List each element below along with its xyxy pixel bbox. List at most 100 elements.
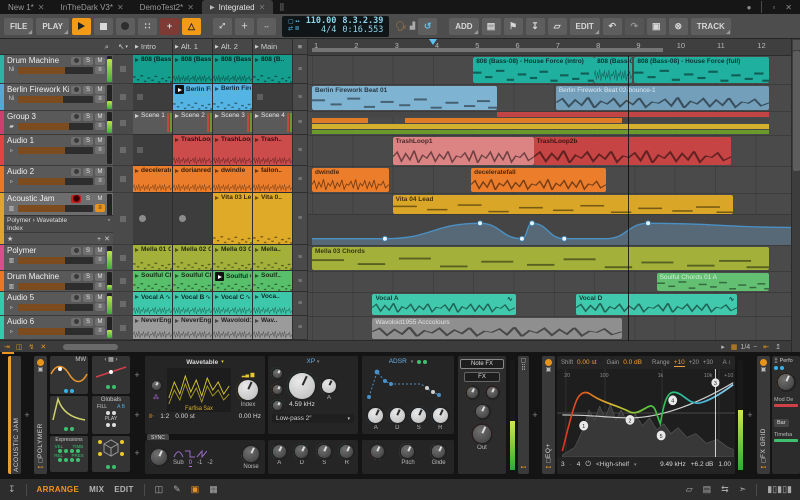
record-button[interactable] (115, 17, 135, 35)
clip-slot[interactable]: TrashLoop2b (213, 135, 253, 165)
filter-type-label[interactable]: XP (307, 358, 316, 365)
track-row[interactable]: Audio 5 S M ▹ ≡ (0, 292, 113, 316)
track-name[interactable]: Acoustic Jam (7, 194, 69, 203)
clip-slot[interactable]: Scene 2 (173, 111, 213, 134)
track-row[interactable]: Audio 2 S M ▹ ≡ (0, 166, 113, 193)
mapping-toggle-icon[interactable]: ⇆ (721, 484, 729, 495)
eq-graph[interactable]: 20 100 1k 10k +10 1 2 5 4 3 (557, 369, 735, 457)
track-menu-button[interactable]: ≡ (95, 66, 105, 74)
clip-slot[interactable]: Mella 02 C.. (173, 245, 213, 270)
scroll-top-icon[interactable]: ↥ (775, 343, 781, 351)
arranger-track-lane[interactable]: Vita 04 Lead (308, 194, 791, 246)
arranger-clip[interactable]: 808 (Bass-08) (594, 57, 633, 83)
panel-remote-icon[interactable]: ▢ (521, 358, 527, 365)
fx-button[interactable]: FX (464, 372, 500, 382)
clip-slot[interactable]: 808 (Bass-.. (133, 55, 173, 83)
polymer-device-titlebar[interactable]: ▣ POLYMER ▢ ⊷ (34, 356, 47, 474)
adsr-panel[interactable]: ADSR ▾ A D S R (362, 356, 454, 434)
clip-stop-button[interactable] (113, 166, 133, 193)
bar-button[interactable]: Bar (774, 419, 789, 427)
device-hscrollbar[interactable] (2, 352, 14, 354)
mod-xyz-cell[interactable] (92, 436, 130, 472)
scene-launch-button[interactable]: ≡ (293, 245, 307, 270)
track-menu-button[interactable]: TRACK (690, 17, 731, 35)
clip-slot[interactable] (133, 135, 173, 165)
volume-slider[interactable] (18, 146, 93, 154)
wavetable-display[interactable]: Farfisa Sax (167, 368, 231, 412)
add-automation-icon[interactable]: + (97, 236, 101, 243)
arranger-clip[interactable]: TrashLoop2b (533, 137, 732, 165)
pitch-glide-panel[interactable]: ⌒ Pitch Glide (362, 440, 454, 474)
virtual-keyboard-icon[interactable]: ▮▯▮▯▮ (767, 484, 792, 495)
wavetable-name[interactable]: Farfisa Sax (185, 406, 213, 412)
clip-slot[interactable]: Trash.. (253, 135, 293, 165)
clip-slot[interactable]: Scene 3 (213, 111, 253, 134)
solo-button[interactable]: S (83, 246, 93, 255)
volume-slider[interactable] (18, 204, 93, 212)
track-row[interactable]: Berlin Firework Kit S M Ni ≡ (0, 84, 113, 111)
mute-button[interactable]: M (95, 293, 105, 302)
clip-slot[interactable]: 808 (B.. (253, 55, 293, 83)
delete-button[interactable]: ⊗ (668, 17, 688, 35)
scene-header[interactable]: ▶ Alt. 1 (173, 39, 213, 55)
add-modulator-1[interactable]: + (131, 370, 143, 380)
solo-button[interactable]: S (83, 317, 93, 326)
volume-slider[interactable] (18, 256, 93, 264)
sub-oct-minus2[interactable]: -2 (207, 460, 212, 467)
scene-launch-button[interactable]: ≡ (293, 84, 307, 110)
eq-gain-value[interactable]: 0.0 dB (623, 359, 642, 366)
osc-type-label[interactable]: Wavetable (186, 359, 218, 366)
close-automation-icon[interactable]: ✕ (104, 235, 110, 243)
track-row[interactable]: Polymer S M ▥ ≡ (0, 245, 113, 271)
project-tab[interactable]: ▶ Integrated ✕ (201, 0, 274, 14)
clip-slot[interactable]: 808 (Bass-.. (173, 55, 213, 83)
add-device-button[interactable]: + (21, 410, 33, 420)
launcher-hscrollbar[interactable] (63, 344, 119, 350)
scene-launch-button[interactable]: ≡ (293, 55, 307, 83)
panel-mod-icon[interactable]: ⊷ (521, 465, 527, 472)
track-device-tab[interactable]: ACOUSTIC JAM (8, 356, 21, 474)
automation-curve[interactable] (308, 215, 791, 245)
scene-launch-button[interactable]: ≡ (293, 193, 307, 244)
filter-mode-dropdown[interactable]: Low-pass 2″ ▾ (272, 414, 354, 423)
automation-lane-header[interactable]: Polymer › Wavetable ▪ Index (4, 215, 113, 232)
eq-band-type-dropdown[interactable]: <High-shelf (596, 461, 629, 468)
solo-button[interactable]: S (83, 272, 93, 281)
record-arm-button[interactable] (71, 112, 81, 121)
eq-band-prev[interactable]: 3 (561, 461, 565, 468)
file-menu-button[interactable]: FILE (4, 17, 34, 35)
track-name[interactable]: Audio 2 (7, 167, 69, 176)
sub-shape-icons[interactable] (173, 448, 207, 460)
volume-slider[interactable] (18, 177, 93, 185)
audio-engine-icon[interactable]: 🗣 (395, 21, 406, 32)
mod-expressions-cell[interactable]: Expressions VEL TIMB REL PRES (50, 436, 88, 472)
polymer-right-strip[interactable]: ▢ ⣿ ⊷ (518, 356, 529, 474)
track-row[interactable]: Audio 1 S M ▹ ≡ (0, 135, 113, 166)
mute-button[interactable]: M (95, 272, 105, 281)
track-menu-button[interactable]: ≡ (95, 327, 105, 335)
sub-oct-minus1[interactable]: -1 (197, 460, 202, 467)
unison-icon[interactable]: ⁂ (153, 394, 159, 401)
eq-panel[interactable]: Shift 0.00 st Gain 0.0 dB Range +10 +20 +3… (557, 356, 735, 474)
clip-slot[interactable]: Soulful Cho.. (133, 271, 173, 291)
track-name[interactable]: Group 3 (7, 112, 69, 121)
solo-button[interactable]: S (83, 56, 93, 65)
volume-slider[interactable] (18, 95, 93, 103)
clip-stop-button[interactable] (113, 292, 133, 316)
follow-playhead-icon[interactable]: ▸ (721, 343, 725, 351)
track-footer-icon-c[interactable]: ↯ (29, 343, 35, 351)
touch-toggle-icon[interactable]: ➣ (739, 484, 747, 495)
overdub-plus-button[interactable]: + (159, 17, 179, 35)
record-arm-button[interactable] (71, 272, 81, 281)
clip-slot[interactable]: NeverEngin.. (133, 316, 173, 339)
clip-slot[interactable]: 808 (Bass-.. (213, 55, 253, 83)
mute-button[interactable]: M (95, 56, 105, 65)
clip-slot[interactable]: Mella 01 C.. (133, 245, 173, 270)
track-menu-button[interactable]: ≡ (95, 282, 105, 290)
clip-slot[interactable]: TrashLoop1 (173, 135, 213, 165)
eq-remote-icon[interactable]: ▢ (546, 458, 552, 465)
fxgrid-remote-icon[interactable]: ▢ (761, 458, 767, 465)
track-menu-button[interactable]: ≡ (95, 303, 105, 311)
stop-button[interactable] (93, 17, 113, 35)
arranger-clip[interactable]: deceleratefall (471, 168, 607, 192)
